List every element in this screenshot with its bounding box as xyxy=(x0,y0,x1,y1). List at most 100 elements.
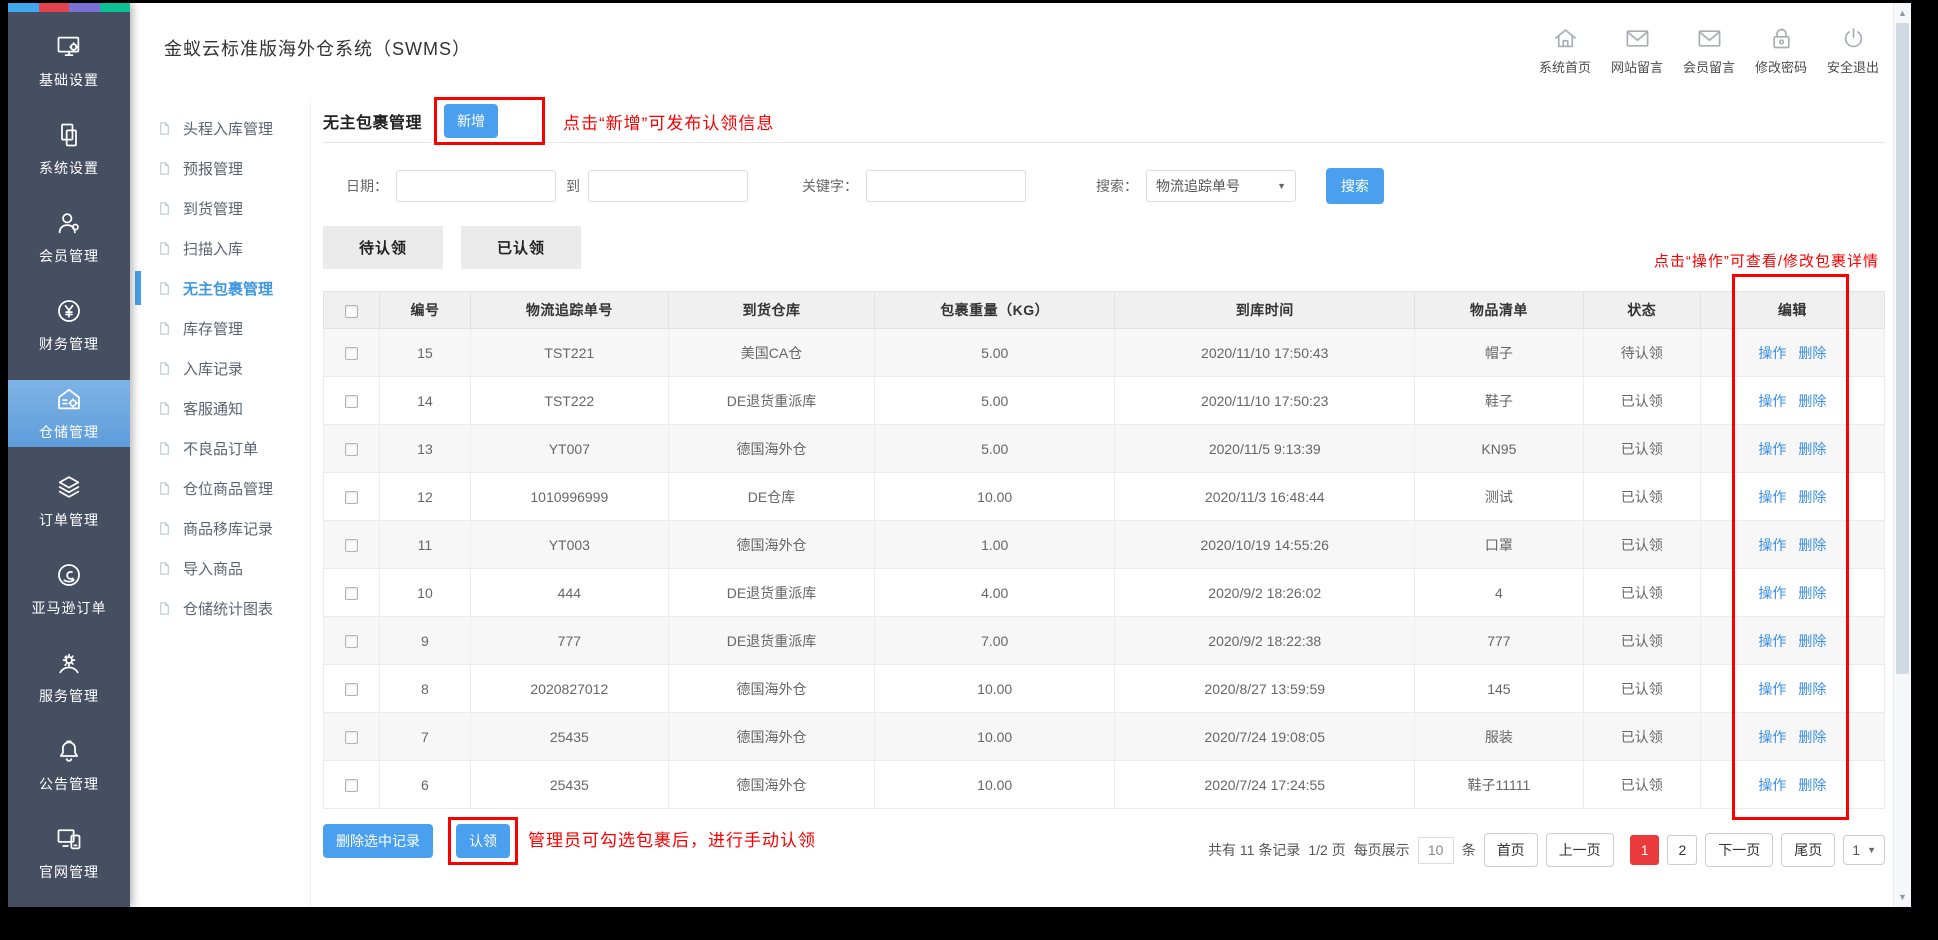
submenu-item[interactable]: 入库记录 xyxy=(130,348,310,388)
scroll-up-icon[interactable]: ▲ xyxy=(1894,8,1911,18)
submenu-item[interactable]: 头程入库管理 xyxy=(130,108,310,148)
sidebar-item[interactable]: 服务管理 xyxy=(8,644,130,711)
delete-link[interactable]: 删除 xyxy=(1798,729,1826,745)
delete-link[interactable]: 删除 xyxy=(1798,441,1826,457)
last-page-button[interactable]: 尾页 xyxy=(1781,833,1835,867)
submenu-item[interactable]: 仓位商品管理 xyxy=(130,468,310,508)
scrollbar-thumb[interactable] xyxy=(1896,23,1909,674)
submenu-item[interactable]: 到货管理 xyxy=(130,188,310,228)
header-action[interactable]: 安全退出 xyxy=(1817,25,1889,76)
delete-link[interactable]: 删除 xyxy=(1798,489,1826,505)
submenu-item[interactable]: 导入商品 xyxy=(130,548,310,588)
submenu-item[interactable]: 扫描入库 xyxy=(130,228,310,268)
header-action[interactable]: 会员留言 xyxy=(1673,25,1745,76)
claim-button[interactable]: 认领 xyxy=(456,824,510,858)
delete-link[interactable]: 删除 xyxy=(1798,537,1826,553)
operate-link[interactable]: 操作 xyxy=(1758,633,1786,649)
table-body: 15TST221美国CA仓5.002020/11/10 17:50:43帽子待认… xyxy=(324,329,1885,809)
add-button[interactable]: 新增 xyxy=(444,104,498,138)
scroll-down-icon[interactable]: ▼ xyxy=(1894,892,1911,902)
next-page-button[interactable]: 下一页 xyxy=(1705,833,1773,867)
sidebar-item-label: 亚马逊订单 xyxy=(32,598,107,618)
row-checkbox[interactable] xyxy=(345,635,358,648)
submenu-item[interactable]: 无主包裹管理 xyxy=(130,268,310,308)
sidebar-item[interactable]: 公告管理 xyxy=(8,732,130,799)
keyword-input[interactable] xyxy=(866,170,1026,202)
table-header-cell: 到库时间 xyxy=(1115,292,1415,329)
file-icon xyxy=(157,560,172,577)
per-page-input[interactable] xyxy=(1418,837,1454,864)
header-action[interactable]: 修改密码 xyxy=(1745,25,1817,76)
row-checkbox[interactable] xyxy=(345,731,358,744)
delete-link[interactable]: 删除 xyxy=(1798,633,1826,649)
table-header-checkbox-cell xyxy=(324,292,380,329)
cell-edit: 操作删除 xyxy=(1700,329,1884,377)
file-icon xyxy=(157,360,172,377)
row-checkbox[interactable] xyxy=(345,491,358,504)
top-header: 金蚁云标准版海外仓系统（SWMS） 系统首页网站留言会员留言修改密码安全退出 xyxy=(130,3,1893,100)
date-to-input[interactable] xyxy=(588,170,748,202)
submenu-item[interactable]: 预报管理 xyxy=(130,148,310,188)
sidebar-item[interactable]: 仓储管理 xyxy=(8,380,130,447)
cell-edit: 操作删除 xyxy=(1700,377,1884,425)
search-type-select[interactable]: 物流追踪单号 ▼ xyxy=(1146,170,1296,202)
row-checkbox-cell xyxy=(324,473,380,521)
cell-tracking-number: TST221 xyxy=(470,329,668,377)
operate-link[interactable]: 操作 xyxy=(1758,729,1786,745)
page-number-button[interactable]: 2 xyxy=(1667,835,1697,865)
row-checkbox[interactable] xyxy=(345,395,358,408)
row-checkbox[interactable] xyxy=(345,587,358,600)
submenu-item[interactable]: 仓储统计图表 xyxy=(130,588,310,628)
delete-link[interactable]: 删除 xyxy=(1798,393,1826,409)
cell-arrival-time: 2020/9/2 18:22:38 xyxy=(1115,617,1415,665)
operate-link[interactable]: 操作 xyxy=(1758,681,1786,697)
cell-tracking-number: 777 xyxy=(470,617,668,665)
sidebar-item[interactable]: 订单管理 xyxy=(8,468,130,535)
tab-button[interactable]: 已认领 xyxy=(461,226,581,269)
sidebar-item[interactable]: 亚马逊订单 xyxy=(8,556,130,623)
submenu-item[interactable]: 客服通知 xyxy=(130,388,310,428)
table-row: 625435德国海外仓10.002020/7/24 17:24:55鞋子1111… xyxy=(324,761,1885,809)
delete-link[interactable]: 删除 xyxy=(1798,345,1826,361)
operate-link[interactable]: 操作 xyxy=(1758,537,1786,553)
search-button[interactable]: 搜索 xyxy=(1326,168,1384,204)
header-action[interactable]: 网站留言 xyxy=(1601,25,1673,76)
row-checkbox[interactable] xyxy=(345,683,358,696)
delete-selected-button[interactable]: 删除选中记录 xyxy=(323,824,433,858)
operate-link[interactable]: 操作 xyxy=(1758,441,1786,457)
page-jump-select[interactable]: 1 ▼ xyxy=(1843,835,1885,865)
sidebar-item[interactable]: 基础设置 xyxy=(8,28,130,95)
header-action[interactable]: 系统首页 xyxy=(1529,25,1601,76)
submenu-item-label: 预报管理 xyxy=(183,158,243,179)
operate-link[interactable]: 操作 xyxy=(1758,777,1786,793)
delete-link[interactable]: 删除 xyxy=(1798,681,1826,697)
operate-link[interactable]: 操作 xyxy=(1758,489,1786,505)
delete-link[interactable]: 删除 xyxy=(1798,585,1826,601)
sidebar-item[interactable]: 财务管理 xyxy=(8,292,130,359)
delete-link[interactable]: 删除 xyxy=(1798,777,1826,793)
tab-button[interactable]: 待认领 xyxy=(323,226,443,269)
submenu-item[interactable]: 不良品订单 xyxy=(130,428,310,468)
sidebar-item[interactable]: 官网管理 xyxy=(8,820,130,887)
annotation-box-add: 新增 xyxy=(434,97,545,145)
row-checkbox[interactable] xyxy=(345,779,358,792)
submenu-item[interactable]: 库存管理 xyxy=(130,308,310,348)
first-page-button[interactable]: 首页 xyxy=(1484,833,1538,867)
submenu-item[interactable]: 商品移库记录 xyxy=(130,508,310,548)
operate-link[interactable]: 操作 xyxy=(1758,393,1786,409)
row-checkbox[interactable] xyxy=(345,347,358,360)
operate-link[interactable]: 操作 xyxy=(1758,585,1786,601)
page-number-button[interactable]: 1 xyxy=(1630,835,1660,865)
sidebar-item[interactable]: 会员管理 xyxy=(8,204,130,271)
cell-items: 口罩 xyxy=(1415,521,1584,569)
select-all-checkbox[interactable] xyxy=(345,305,358,318)
row-checkbox[interactable] xyxy=(345,443,358,456)
operate-link[interactable]: 操作 xyxy=(1758,345,1786,361)
prev-page-button[interactable]: 上一页 xyxy=(1546,833,1614,867)
cell-id: 15 xyxy=(380,329,471,377)
secondary-menu: 头程入库管理预报管理到货管理扫描入库无主包裹管理库存管理入库记录客服通知不良品订… xyxy=(130,100,310,907)
sidebar-item[interactable]: 系统设置 xyxy=(8,116,130,183)
date-from-input[interactable] xyxy=(396,170,556,202)
row-checkbox[interactable] xyxy=(345,539,358,552)
vertical-scrollbar[interactable]: ▲ ▼ xyxy=(1893,3,1911,907)
